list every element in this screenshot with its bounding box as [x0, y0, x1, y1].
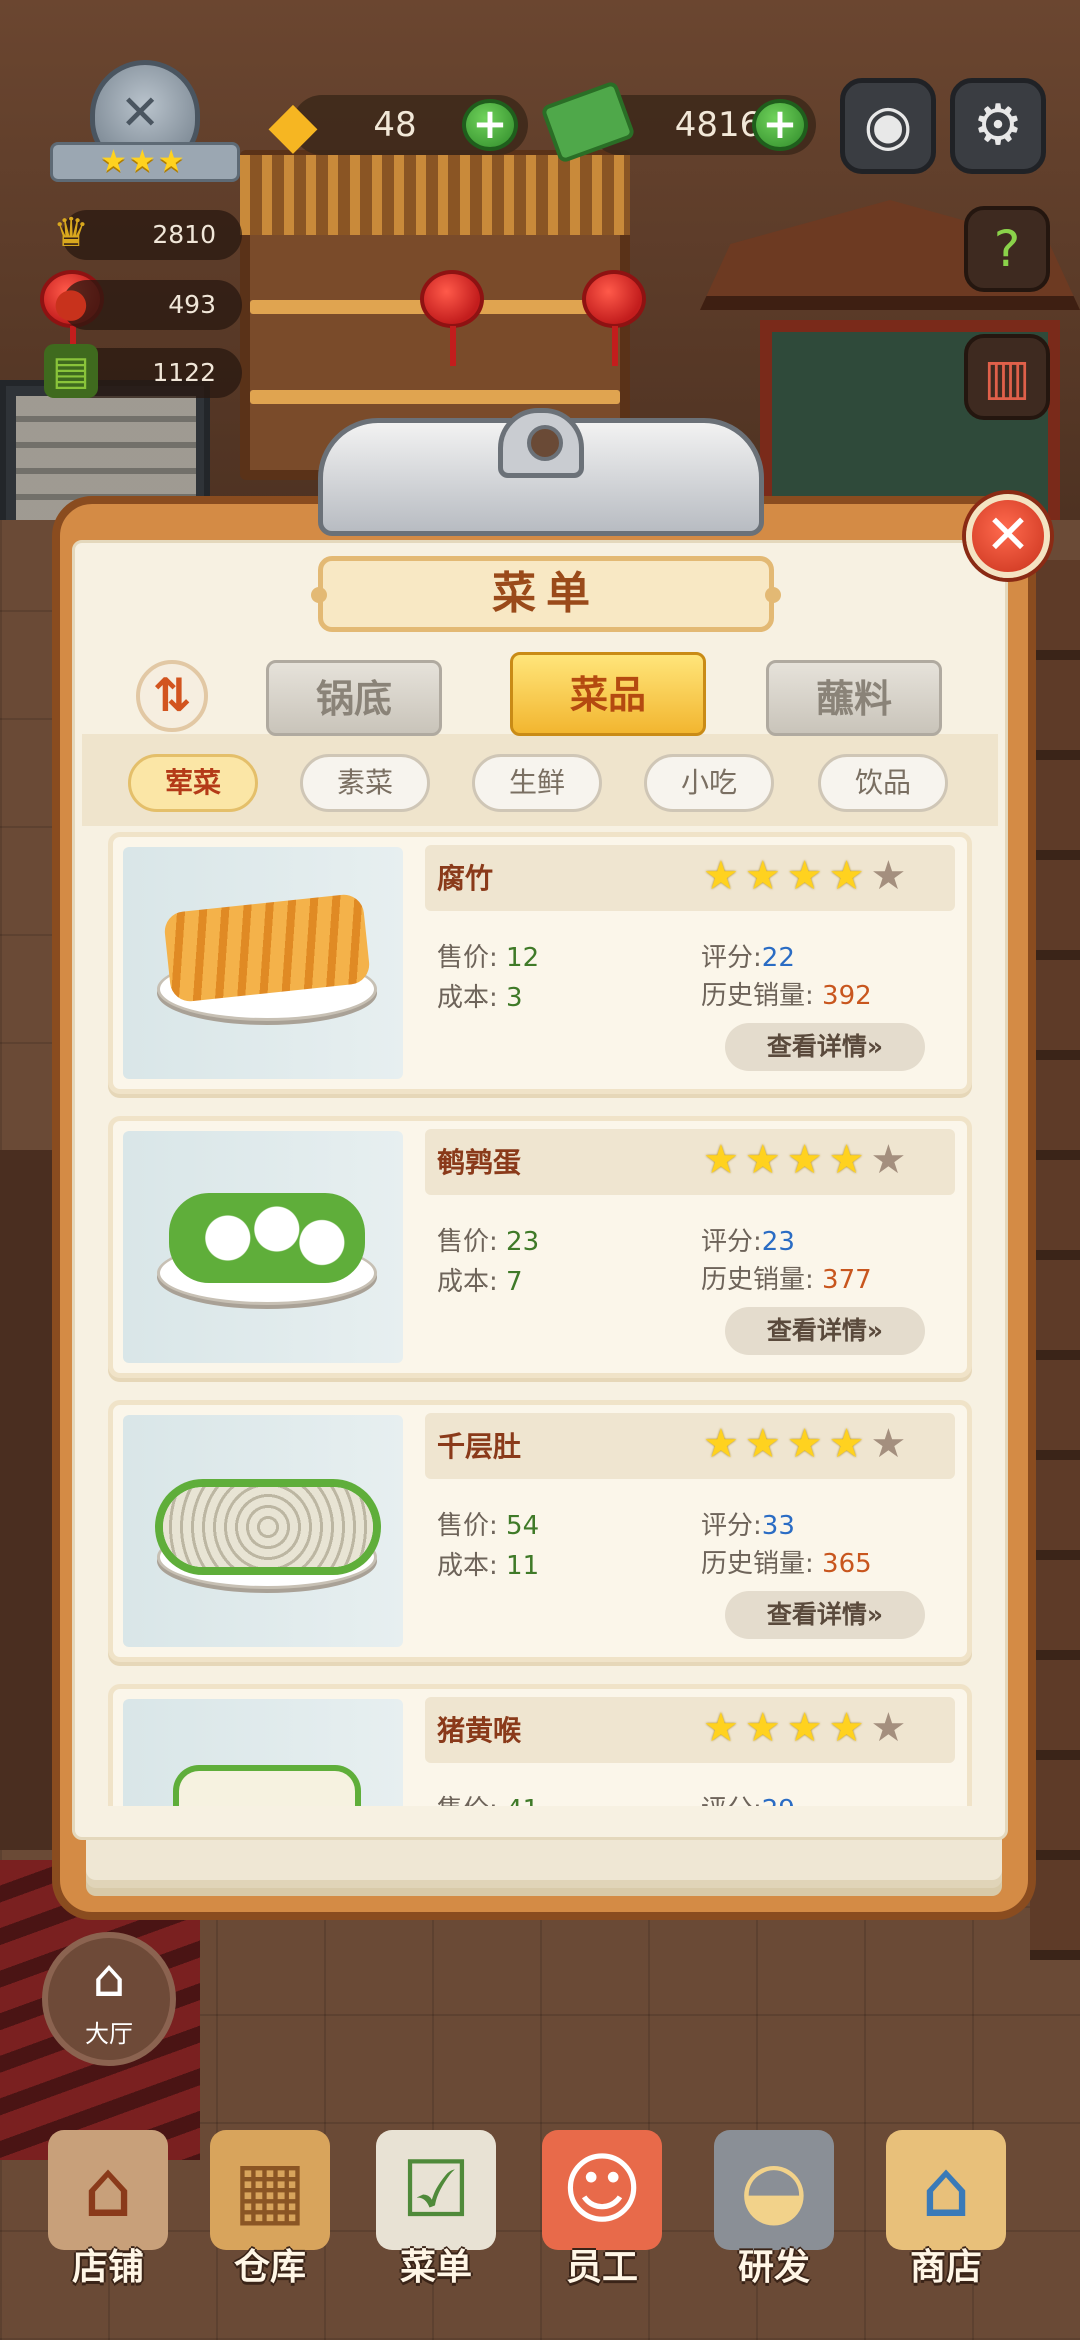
shelf-slats [240, 155, 630, 235]
lantern-icon [582, 270, 646, 366]
staff-icon: ☺ [542, 2130, 662, 2250]
menu-clipboard-icon: ☑ [376, 2130, 496, 2250]
clip-ring [498, 408, 584, 478]
hall-label: 大厅 [85, 2020, 133, 2048]
close-icon: ✕ [985, 503, 1031, 566]
dish-cost: 3 [506, 983, 523, 1013]
lantern-icon [420, 270, 484, 366]
nav-warehouse[interactable]: ▦ 仓库 [190, 2120, 350, 2340]
dish-name: 千层肚 [437, 1430, 522, 1463]
category-fresh[interactable]: 生鲜 [472, 754, 602, 812]
dish-name: 腐竹 [437, 862, 494, 895]
sort-arrows-icon: ⇅ [152, 668, 192, 722]
dish-price: 12 [506, 943, 540, 973]
dish-list[interactable]: 腐竹 ★★★★★ 售价: 12 成本: 3 评分:22 历史销量: 392 查看… [100, 826, 980, 1806]
book-stat-icon: ▤ [44, 344, 98, 398]
dish-rating: 23 [761, 1227, 795, 1257]
dish-card: 千层肚 ★★★★★ 售价: 54 成本: 11 评分:33 历史销量: 365 … [108, 1400, 972, 1662]
dish-stars: ★★★★★ [703, 853, 913, 899]
tab-pot-base[interactable]: 锅底 [266, 660, 442, 736]
dish-price: 54 [506, 1511, 540, 1541]
hall-button[interactable]: ⌂ 大厅 [42, 1932, 176, 2066]
dish-name: 鹌鹑蛋 [437, 1146, 522, 1179]
settings-button[interactable]: ⚙ [950, 78, 1046, 174]
dish-name: 猪黄喉 [437, 1714, 522, 1747]
dish-card: 腐竹 ★★★★★ 售价: 12 成本: 3 评分:22 历史销量: 392 查看… [108, 832, 972, 1094]
shop-icon: ⌂ [48, 2130, 168, 2250]
dish-sales: 392 [822, 981, 872, 1011]
stat-value-3: 1122 [152, 358, 216, 387]
pork-aorta-food-icon [179, 1771, 355, 1806]
right-wall [1030, 560, 1080, 1960]
rank-stars: ★★★ [100, 144, 187, 179]
nav-research[interactable]: ◒ 研发 [694, 2120, 854, 2340]
tab-dishes[interactable]: 菜品 [510, 652, 706, 736]
category-drink[interactable]: 饮品 [818, 754, 948, 812]
dish-stars: ★★★★★ [703, 1137, 913, 1183]
warehouse-icon: ▦ [210, 2130, 330, 2250]
dish-image [123, 847, 403, 1079]
sort-button[interactable]: ⇅ [136, 660, 208, 732]
nav-menu[interactable]: ☑ 菜单 [356, 2120, 516, 2340]
dish-rating: 33 [761, 1511, 795, 1541]
book-question-icon: ? [993, 220, 1021, 278]
category-meat[interactable]: 荤菜 [128, 754, 258, 812]
dish-cost: 7 [506, 1267, 523, 1297]
camera-button[interactable]: ◉ [840, 78, 936, 174]
dish-rating: 29 [762, 1795, 795, 1806]
gold-gem-icon: ◆ [268, 88, 318, 162]
stat-value-2: 493 [168, 290, 216, 319]
close-button[interactable]: ✕ [966, 494, 1050, 578]
red-book-icon: ▥ [983, 348, 1031, 406]
category-vegetable[interactable]: 素菜 [300, 754, 430, 812]
dish-sales: 377 [822, 1265, 872, 1295]
trophy-icon: ♛ [53, 210, 89, 256]
camera-icon: ◉ [863, 93, 913, 158]
menu-title: 菜单 [311, 556, 781, 632]
shelf-board [250, 390, 620, 404]
add-gems-button[interactable]: + [462, 99, 518, 151]
tab-sauces[interactable]: 蘸料 [766, 660, 942, 736]
guide-book-button[interactable]: ? [964, 206, 1050, 292]
store-icon: ⌂ [886, 2130, 1006, 2250]
category-snack[interactable]: 小吃 [644, 754, 774, 812]
dish-card: 鹌鹑蛋 ★★★★★ 售价: 23 成本: 7 评分:23 历史销量: 377 查… [108, 1116, 972, 1378]
tripe-food-icon [163, 1487, 373, 1567]
dish-price: 41 [506, 1795, 539, 1806]
left-counter [0, 1150, 60, 1850]
nav-shop[interactable]: ⌂ 店铺 [28, 2120, 188, 2340]
dish-price: 23 [506, 1227, 540, 1257]
dish-image [123, 1699, 403, 1806]
dish-image [123, 1131, 403, 1363]
restaurant-rank-badge[interactable]: ✕ ★★★ [50, 60, 240, 190]
cash-count: 4816 [674, 105, 762, 145]
nav-store[interactable]: ⌂ 商店 [866, 2120, 1026, 2340]
house-icon: ⌂ [92, 1949, 126, 2009]
stat-value-1: 2810 [152, 220, 216, 249]
dish-stars: ★★★★★ [703, 1421, 913, 1467]
dish-card: 猪黄喉 ★★★★★ 售价: 41 评分:29 [108, 1684, 972, 1806]
view-details-button[interactable]: 查看详情» [725, 1023, 925, 1071]
gear-icon: ⚙ [972, 93, 1024, 158]
view-details-button[interactable]: 查看详情» [725, 1591, 925, 1639]
dish-sales: 365 [822, 1549, 872, 1579]
dish-cost: 11 [506, 1551, 540, 1581]
add-cash-button[interactable]: + [752, 99, 808, 151]
fork-spoon-icon: ✕ [120, 85, 161, 141]
nav-staff[interactable]: ☺ 员工 [522, 2120, 682, 2340]
record-book-button[interactable]: ▥ [964, 334, 1050, 420]
research-wok-icon: ◒ [714, 2130, 834, 2250]
gem-count: 48 [373, 105, 417, 145]
dish-stars: ★★★★★ [703, 1705, 913, 1751]
lantern-stat-icon: ● [53, 280, 89, 326]
quail-egg-food-icon [169, 1193, 365, 1283]
dish-image [123, 1415, 403, 1647]
dish-rating: 22 [761, 943, 795, 973]
bottom-nav: ⌂ 店铺 ▦ 仓库 ☑ 菜单 ☺ 员工 ◒ 研发 ⌂ 商店 [0, 2120, 1080, 2340]
view-details-button[interactable]: 查看详情» [725, 1307, 925, 1355]
